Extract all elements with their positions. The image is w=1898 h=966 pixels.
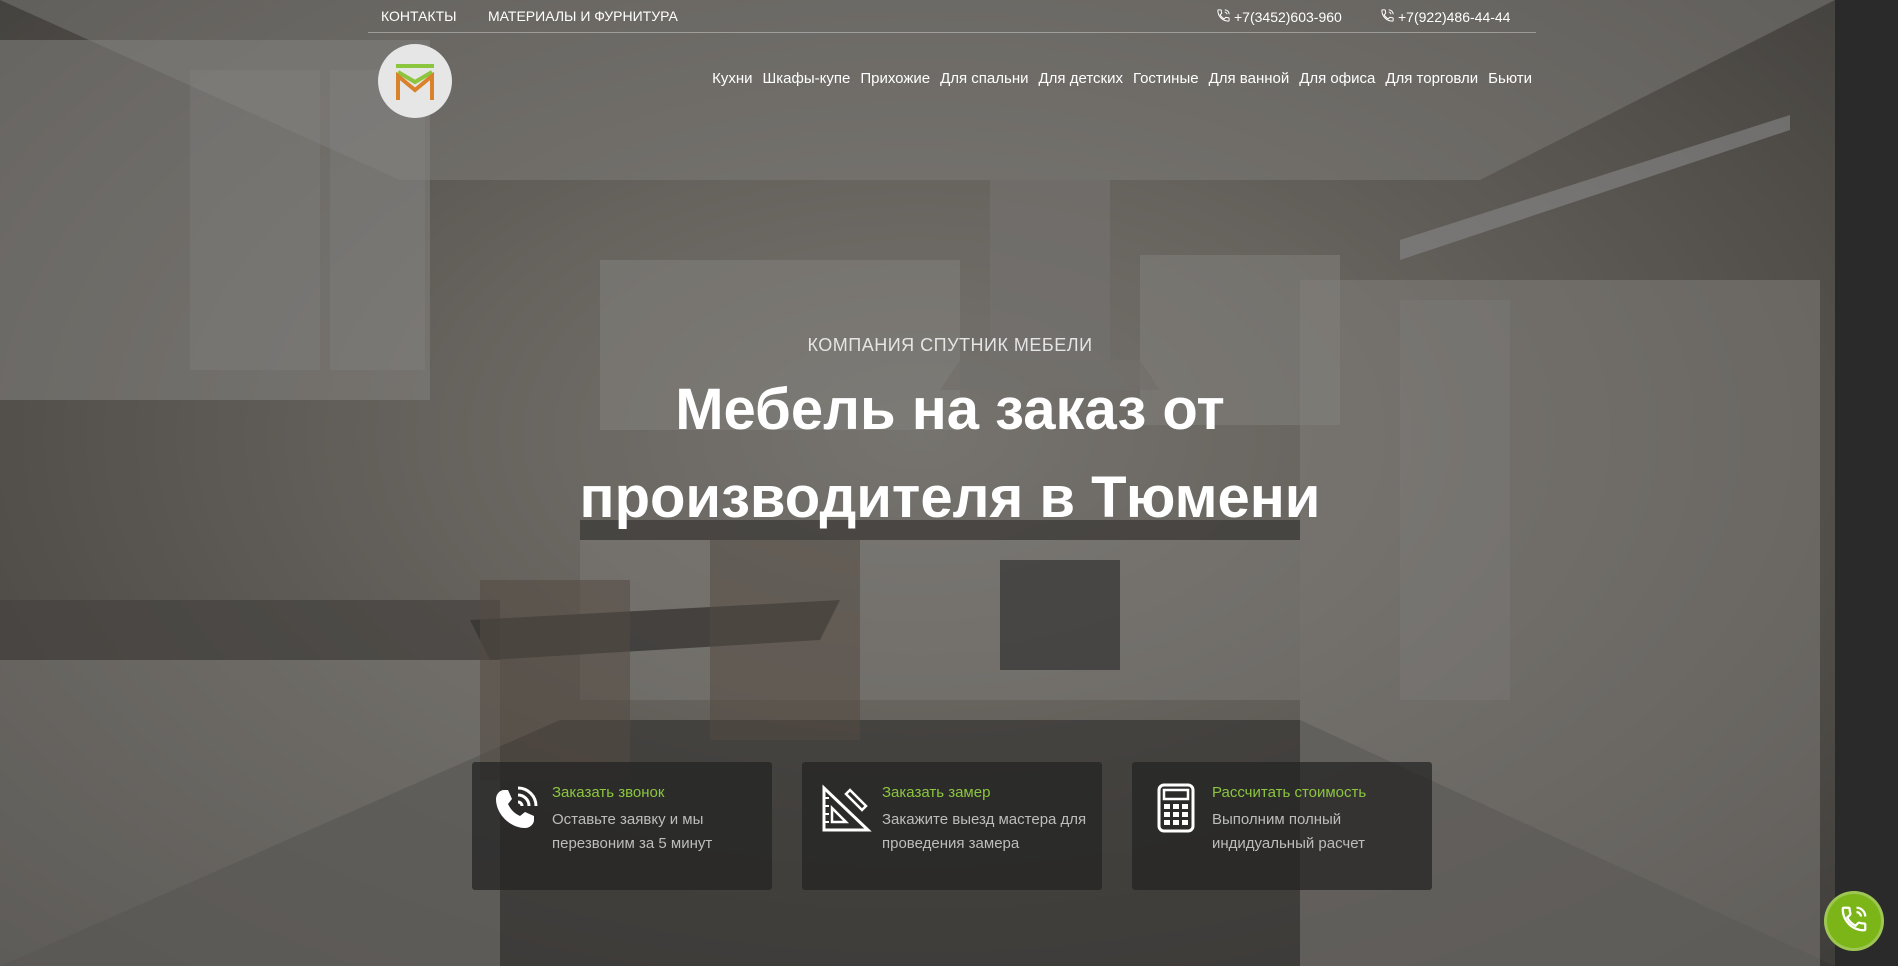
- topbar-link-contacts[interactable]: КОНТАКТЫ: [381, 8, 457, 24]
- floating-call-button[interactable]: [1824, 891, 1884, 951]
- card-title: Заказать замер: [882, 784, 991, 801]
- nav-item-bathroom[interactable]: Для ванной: [1209, 70, 1290, 87]
- hero-eyebrow: КОМПАНИЯ СПУТНИК МЕБЕЛИ: [807, 335, 1093, 355]
- phone-call-icon: [490, 782, 542, 834]
- card-title: Рассчитать стоимость: [1212, 784, 1367, 801]
- nav-item-wardrobes[interactable]: Шкафы-купе: [763, 70, 851, 87]
- card-order-call[interactable]: Заказать звонок Оставьте заявку и мы пер…: [472, 762, 772, 890]
- logo-icon: [396, 64, 434, 100]
- topbar-phone-1[interactable]: +7(3452)603-960: [1216, 8, 1342, 26]
- calculator-icon: [1150, 782, 1202, 834]
- nav-item-retail[interactable]: Для торговли: [1385, 70, 1478, 87]
- card-text: Выполним полный индидуальный расчет: [1212, 811, 1365, 852]
- topbar-phone-2[interactable]: +7(922)486-44-44: [1380, 8, 1510, 26]
- nav-item-hallways[interactable]: Прихожие: [860, 70, 930, 87]
- top-bar: КОНТАКТЫ МАТЕРИАЛЫ И ФУРНИТУРА +7(3452)6…: [368, 0, 1536, 33]
- card-calculate-cost[interactable]: Рассчитать стоимость Выполним полный инд…: [1132, 762, 1432, 890]
- nav-item-office[interactable]: Для офиса: [1299, 70, 1375, 87]
- card-title: Заказать звонок: [552, 784, 665, 801]
- hero-title: Мебель на заказ от производителя в Тюмен…: [579, 377, 1321, 530]
- right-edge-strip: [1835, 0, 1898, 966]
- card-order-measure[interactable]: Заказать замер Закажите выезд мастера дл…: [802, 762, 1102, 890]
- page: КОНТАКТЫ МАТЕРИАЛЫ И ФУРНИТУРА +7(3452)6…: [0, 0, 1898, 966]
- topbar-link-materials[interactable]: МАТЕРИАЛЫ И ФУРНИТУРА: [488, 8, 678, 24]
- nav-item-bedroom[interactable]: Для спальни: [940, 70, 1028, 87]
- card-text: Закажите выезд мастера для проведения за…: [882, 811, 1087, 852]
- nav-item-kids[interactable]: Для детских: [1039, 70, 1123, 87]
- main-nav: Кухни Шкафы-купе Прихожие Для спальни Дл…: [712, 70, 1532, 87]
- ruler-triangle-icon: [820, 782, 872, 834]
- company-logo[interactable]: [378, 44, 452, 118]
- phone-icon: [1216, 8, 1234, 26]
- phone-icon: [1380, 8, 1398, 26]
- phone-icon: [1839, 904, 1869, 938]
- nav-item-beauty[interactable]: Бьюти: [1488, 70, 1532, 87]
- topbar-phone-2-number: +7(922)486-44-44: [1398, 9, 1511, 25]
- topbar-phone-1-number: +7(3452)603-960: [1234, 9, 1342, 25]
- nav-item-kitchens[interactable]: Кухни: [712, 70, 752, 87]
- nav-item-living-rooms[interactable]: Гостиные: [1133, 70, 1199, 87]
- card-text: Оставьте заявку и мы перезвоним за 5 мин…: [552, 811, 713, 852]
